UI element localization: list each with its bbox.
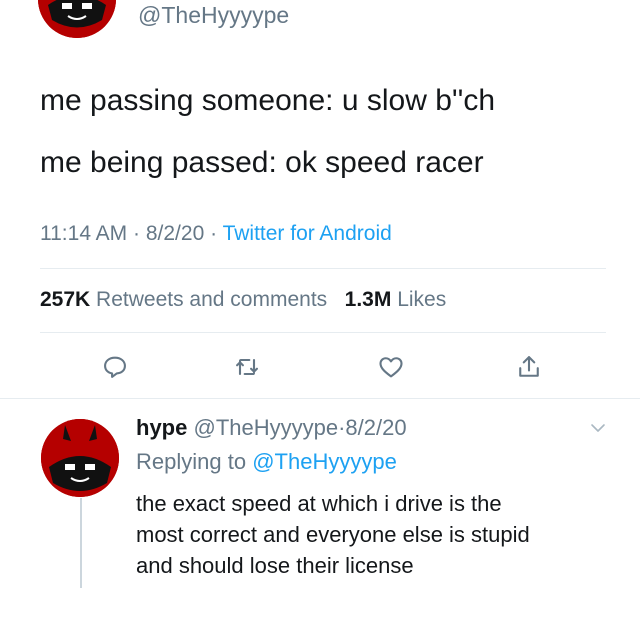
author-avatar[interactable] [38, 0, 116, 38]
reply-author-avatar[interactable] [41, 419, 119, 497]
reply-text-line-1: the exact speed at which i drive is the [136, 491, 502, 516]
retweets-label: Retweets and comments [96, 288, 328, 311]
replying-to-label: Replying to [136, 449, 247, 474]
reply-author-name[interactable]: hype [136, 415, 187, 440]
likes-label: Likes [397, 288, 447, 311]
meta-separator: · [133, 222, 141, 245]
reply-header: hype @TheHyyyype·8/2/20 [136, 415, 407, 441]
reply-icon [104, 356, 126, 378]
tweet-client-link[interactable]: Twitter for Android [223, 222, 392, 245]
like-button[interactable] [376, 352, 406, 382]
replying-to: Replying to @TheHyyyype [136, 449, 397, 475]
retweet-button[interactable] [232, 352, 262, 382]
reply-text: the exact speed at which i drive is the … [136, 488, 530, 581]
author-handle[interactable]: @TheHyyyype [138, 2, 289, 29]
retweets-stat[interactable]: 257K Retweets and comments [40, 288, 333, 311]
retweet-icon [236, 358, 258, 376]
reply-button[interactable] [100, 352, 130, 382]
divider [40, 332, 606, 333]
reply-text-line-3: and should lose their license [136, 553, 414, 578]
like-icon [379, 357, 403, 378]
reply-author-handle[interactable]: @TheHyyyype [193, 415, 338, 440]
chevron-down-icon [591, 424, 605, 432]
share-button[interactable] [514, 352, 544, 382]
tweet-stats: 257K Retweets and comments 1.3M Likes [40, 288, 446, 312]
retweets-count: 257K [40, 288, 91, 311]
reply-text-line-2: most correct and everyone else is stupid [136, 522, 530, 547]
tweet-time: 11:14 AM [40, 222, 128, 245]
section-divider [0, 398, 640, 399]
tweet-date: 8/2/20 [145, 222, 205, 245]
share-icon [519, 356, 539, 377]
more-options-button[interactable] [588, 418, 608, 438]
likes-count: 1.3M [344, 288, 392, 311]
avatar-image [38, 0, 116, 38]
reply-date[interactable]: 8/2/20 [345, 415, 406, 440]
thread-line [80, 498, 82, 588]
tweet-meta: 11:14 AM · 8/2/20 · Twitter for Android [40, 222, 392, 246]
replying-to-handle[interactable]: @TheHyyyype [252, 449, 397, 474]
meta-separator: · [210, 222, 218, 245]
tweet-text-line-1: me passing someone: u slow b''ch [40, 84, 496, 117]
divider [40, 268, 606, 269]
likes-stat[interactable]: 1.3M Likes [345, 288, 447, 311]
avatar-image [41, 419, 119, 497]
tweet-text-line-2: me being passed: ok speed racer [40, 146, 484, 179]
